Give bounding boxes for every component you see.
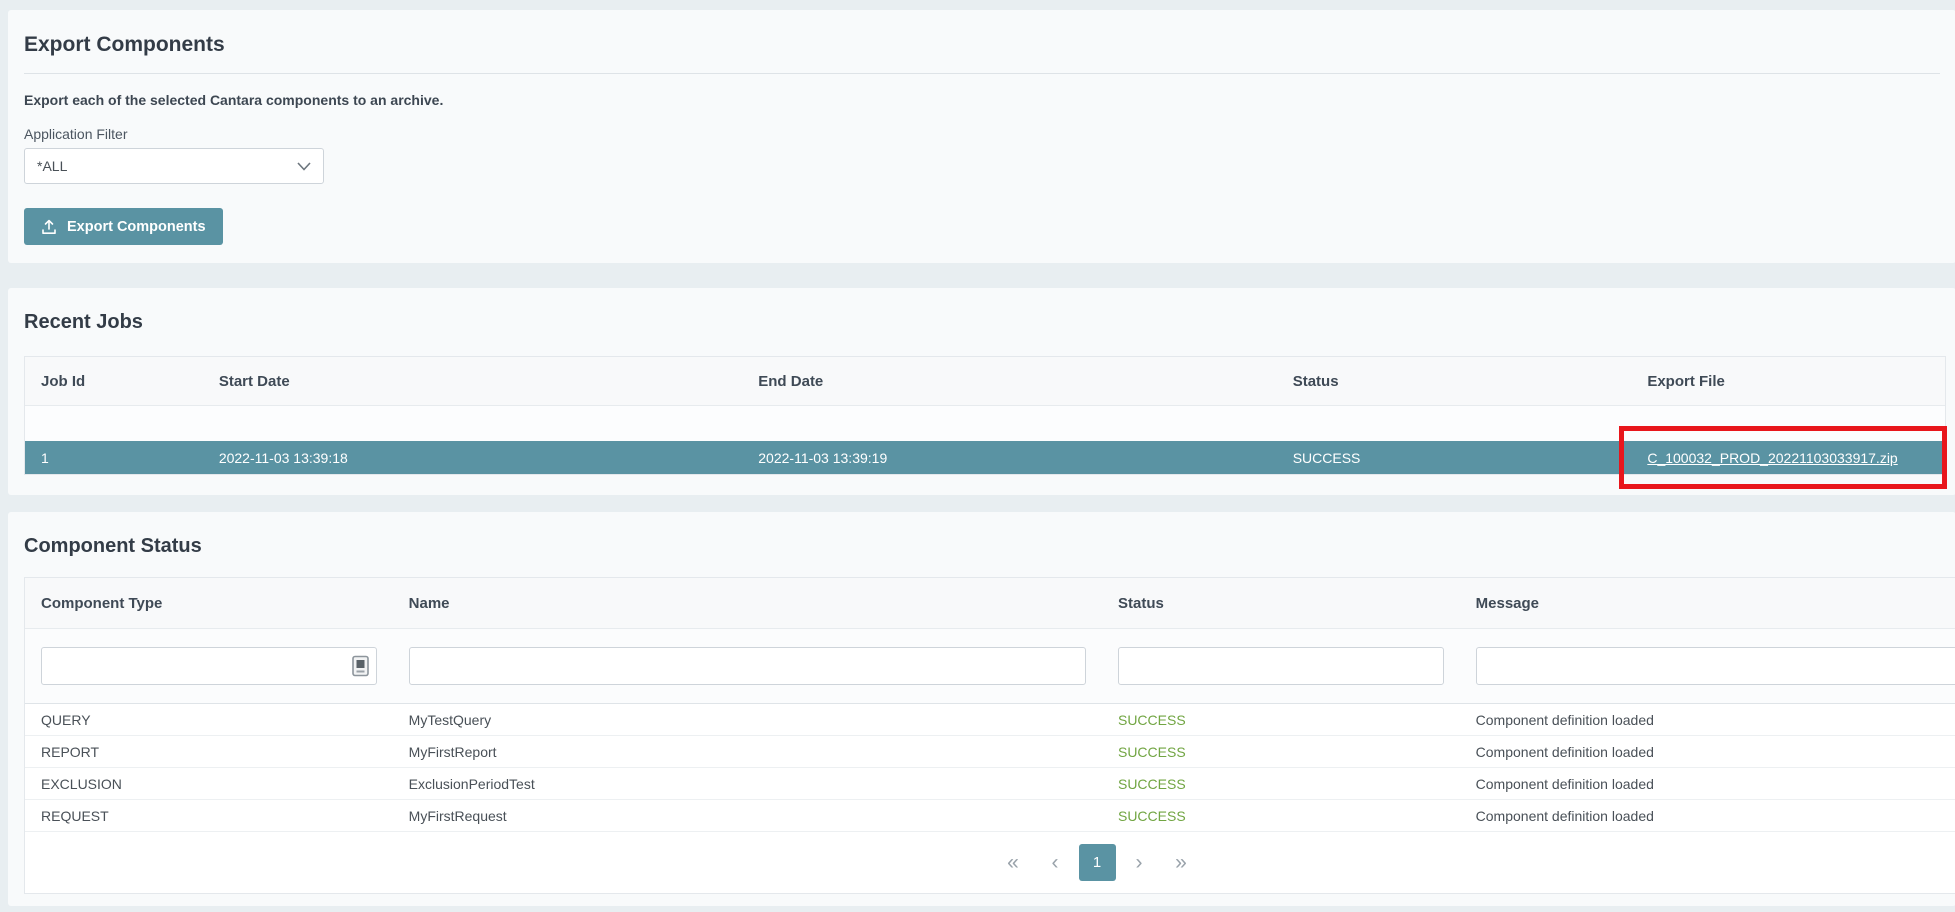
column-header-name[interactable]: Name — [393, 595, 1102, 612]
filter-row — [25, 629, 1955, 704]
column-header-job-id[interactable]: Job Id — [25, 373, 203, 390]
component-row[interactable]: REPORT MyFirstReport SUCCESS Component d… — [25, 736, 1955, 768]
job-row-selected[interactable]: 1 2022-11-03 13:39:18 2022-11-03 13:39:1… — [25, 441, 1945, 474]
paginator-next-button[interactable]: › — [1121, 844, 1158, 881]
paginator-prev-button[interactable]: ‹ — [1037, 844, 1074, 881]
paginator: « ‹ 1 › » — [25, 832, 1955, 893]
name-filter-input[interactable] — [409, 647, 1086, 685]
component-status-table: Component Type Name Status Message — [24, 577, 1955, 894]
chevron-down-icon — [297, 162, 311, 171]
export-description: Export each of the selected Cantara comp… — [24, 92, 1940, 108]
component-name-cell: ExclusionPeriodTest — [393, 776, 1102, 792]
component-name-cell: MyFirstRequest — [393, 808, 1102, 824]
component-status-cell: SUCCESS — [1102, 776, 1460, 792]
column-header-status[interactable]: Status — [1277, 373, 1632, 390]
component-name-cell: MyTestQuery — [393, 712, 1102, 728]
column-header-export-file[interactable]: Export File — [1631, 373, 1945, 390]
column-header-end-date[interactable]: End Date — [742, 373, 1276, 390]
component-message-cell: Component definition loaded — [1460, 776, 1955, 792]
component-message-cell: Component definition loaded — [1460, 712, 1955, 728]
application-filter-label: Application Filter — [24, 126, 1940, 142]
end-date-cell: 2022-11-03 13:39:19 — [742, 450, 1276, 466]
column-header-message[interactable]: Message — [1460, 595, 1955, 612]
divider — [24, 73, 1940, 74]
page-title: Export Components — [24, 32, 1940, 57]
recent-jobs-title: Recent Jobs — [24, 310, 1940, 334]
recent-jobs-table-wrap: Job Id Start Date End Date Status Export… — [24, 356, 1946, 475]
component-row[interactable]: EXCLUSION ExclusionPeriodTest SUCCESS Co… — [25, 768, 1955, 800]
component-type-filter-input[interactable] — [41, 647, 377, 685]
status-filter-input[interactable] — [1118, 647, 1444, 685]
component-status-header-row: Component Type Name Status Message — [25, 578, 1955, 629]
export-components-card: Export Components Export each of the sel… — [8, 10, 1955, 263]
component-status-cell: SUCCESS — [1102, 808, 1460, 824]
column-filter-icon[interactable] — [352, 656, 369, 677]
paginator-first-button[interactable]: « — [995, 844, 1032, 881]
paginator-last-button[interactable]: » — [1163, 844, 1200, 881]
application-filter-select[interactable]: *ALL — [24, 148, 324, 184]
paginator-page-1-button[interactable]: 1 — [1079, 844, 1116, 881]
component-name-cell: MyFirstReport — [393, 744, 1102, 760]
recent-jobs-header-row: Job Id Start Date End Date Status Export… — [25, 357, 1945, 406]
component-type-cell: REPORT — [25, 744, 393, 760]
column-header-component-type[interactable]: Component Type — [25, 595, 393, 612]
export-button-label: Export Components — [67, 219, 206, 235]
start-date-cell: 2022-11-03 13:39:18 — [203, 450, 742, 466]
component-status-cell: SUCCESS — [1102, 744, 1460, 760]
component-status-card: Component Status Component Type Name Sta… — [8, 512, 1955, 906]
upload-icon — [41, 219, 57, 235]
component-message-cell: Component definition loaded — [1460, 744, 1955, 760]
empty-row — [25, 406, 1945, 441]
recent-jobs-card: Recent Jobs Job Id Start Date End Date S… — [8, 288, 1955, 495]
component-status-cell: SUCCESS — [1102, 712, 1460, 728]
column-header-start-date[interactable]: Start Date — [203, 373, 742, 390]
component-status-title: Component Status — [24, 534, 1940, 558]
job-status-cell: SUCCESS — [1277, 450, 1632, 466]
export-components-button[interactable]: Export Components — [24, 208, 223, 245]
message-filter-input[interactable] — [1476, 647, 1955, 685]
application-filter-value: *ALL — [37, 158, 67, 174]
component-row[interactable]: QUERY MyTestQuery SUCCESS Component defi… — [25, 704, 1955, 736]
column-header-cs-status[interactable]: Status — [1102, 595, 1460, 612]
component-type-cell: QUERY — [25, 712, 393, 728]
component-row[interactable]: REQUEST MyFirstRequest SUCCESS Component… — [25, 800, 1955, 832]
export-components-page: { "export_card": { "title": "Export Comp… — [0, 0, 1955, 912]
recent-jobs-table: Job Id Start Date End Date Status Export… — [24, 356, 1946, 475]
component-type-cell: REQUEST — [25, 808, 393, 824]
export-file-cell: C_100032_PROD_20221103033917.zip — [1631, 450, 1945, 466]
job-id-cell: 1 — [25, 450, 203, 466]
export-file-link[interactable]: C_100032_PROD_20221103033917.zip — [1647, 450, 1897, 466]
component-type-cell: EXCLUSION — [25, 776, 393, 792]
component-message-cell: Component definition loaded — [1460, 808, 1955, 824]
